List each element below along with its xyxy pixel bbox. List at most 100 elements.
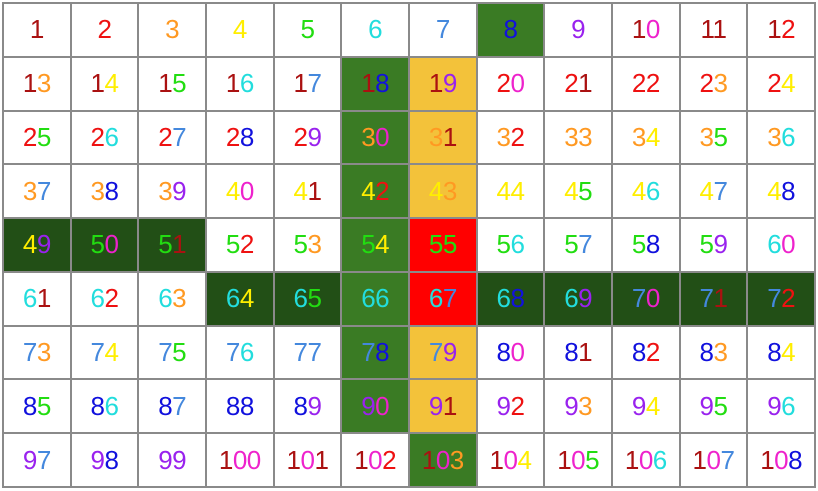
grid-cell-63[interactable]: 63 [139,272,207,327]
grid-cell-52[interactable]: 52 [206,219,275,273]
grid-cell-86[interactable]: 86 [71,380,140,435]
grid-cell-62[interactable]: 62 [71,272,140,327]
grid-cell-4[interactable]: 4 [206,4,275,58]
grid-cell-102[interactable]: 102 [342,434,410,488]
grid-cell-44[interactable]: 44 [477,165,546,220]
grid-cell-89[interactable]: 89 [274,380,343,435]
grid-cell-24[interactable]: 24 [748,57,816,112]
grid-cell-99[interactable]: 99 [139,434,207,488]
grid-cell-49[interactable]: 49 [4,219,72,273]
grid-cell-79[interactable]: 79 [409,326,478,381]
grid-cell-91[interactable]: 91 [409,380,478,435]
grid-cell-27[interactable]: 27 [139,111,207,166]
grid-cell-108[interactable]: 108 [748,434,816,488]
grid-cell-21[interactable]: 21 [545,57,613,112]
grid-cell-23[interactable]: 23 [680,57,749,112]
grid-cell-72[interactable]: 72 [748,272,816,327]
grid-cell-33[interactable]: 33 [545,111,613,166]
grid-cell-69[interactable]: 69 [545,272,613,327]
grid-cell-19[interactable]: 19 [409,57,478,112]
grid-cell-95[interactable]: 95 [680,380,749,435]
grid-cell-92[interactable]: 92 [477,380,546,435]
grid-cell-82[interactable]: 82 [612,326,681,381]
grid-cell-28[interactable]: 28 [206,111,275,166]
grid-cell-16[interactable]: 16 [206,57,275,112]
grid-cell-50[interactable]: 50 [71,219,140,273]
grid-cell-5[interactable]: 5 [274,4,343,58]
grid-cell-88[interactable]: 88 [206,380,275,435]
grid-cell-35[interactable]: 35 [680,111,749,166]
grid-cell-98[interactable]: 98 [71,434,140,488]
grid-cell-9[interactable]: 9 [545,4,613,58]
grid-cell-66[interactable]: 66 [342,272,410,327]
grid-cell-90[interactable]: 90 [342,380,410,435]
grid-cell-59[interactable]: 59 [680,219,749,273]
grid-cell-80[interactable]: 80 [477,326,546,381]
grid-cell-105[interactable]: 105 [545,434,613,488]
grid-cell-22[interactable]: 22 [612,57,681,112]
grid-cell-1[interactable]: 1 [4,4,72,58]
grid-cell-11[interactable]: 11 [680,4,749,58]
grid-cell-107[interactable]: 107 [680,434,749,488]
grid-cell-47[interactable]: 47 [680,165,749,220]
grid-cell-76[interactable]: 76 [206,326,275,381]
grid-cell-56[interactable]: 56 [477,219,546,273]
grid-cell-101[interactable]: 101 [274,434,343,488]
grid-cell-39[interactable]: 39 [139,165,207,220]
grid-cell-94[interactable]: 94 [612,380,681,435]
grid-cell-84[interactable]: 84 [748,326,816,381]
grid-cell-103[interactable]: 103 [409,434,478,488]
grid-cell-41[interactable]: 41 [274,165,343,220]
grid-cell-13[interactable]: 13 [4,57,72,112]
grid-cell-14[interactable]: 14 [71,57,140,112]
grid-cell-96[interactable]: 96 [748,380,816,435]
grid-cell-38[interactable]: 38 [71,165,140,220]
grid-cell-106[interactable]: 106 [612,434,681,488]
grid-cell-78[interactable]: 78 [342,326,410,381]
grid-cell-8[interactable]: 8 [477,4,546,58]
grid-cell-37[interactable]: 37 [4,165,72,220]
grid-cell-68[interactable]: 68 [477,272,546,327]
grid-cell-29[interactable]: 29 [274,111,343,166]
grid-cell-30[interactable]: 30 [342,111,410,166]
grid-cell-20[interactable]: 20 [477,57,546,112]
grid-cell-45[interactable]: 45 [545,165,613,220]
grid-cell-64[interactable]: 64 [206,272,275,327]
grid-cell-46[interactable]: 46 [612,165,681,220]
grid-cell-61[interactable]: 61 [4,272,72,327]
grid-cell-3[interactable]: 3 [139,4,207,58]
grid-cell-81[interactable]: 81 [545,326,613,381]
grid-cell-75[interactable]: 75 [139,326,207,381]
grid-cell-36[interactable]: 36 [748,111,816,166]
grid-cell-51[interactable]: 51 [139,219,207,273]
grid-cell-67[interactable]: 67 [409,272,478,327]
grid-cell-93[interactable]: 93 [545,380,613,435]
grid-cell-104[interactable]: 104 [477,434,546,488]
grid-cell-83[interactable]: 83 [680,326,749,381]
grid-cell-42[interactable]: 42 [342,165,410,220]
grid-cell-71[interactable]: 71 [680,272,749,327]
grid-cell-18[interactable]: 18 [342,57,410,112]
grid-cell-48[interactable]: 48 [748,165,816,220]
grid-cell-10[interactable]: 10 [612,4,681,58]
grid-cell-100[interactable]: 100 [206,434,275,488]
grid-cell-55[interactable]: 55 [409,219,478,273]
grid-cell-17[interactable]: 17 [274,57,343,112]
grid-cell-58[interactable]: 58 [612,219,681,273]
grid-cell-70[interactable]: 70 [612,272,681,327]
grid-cell-57[interactable]: 57 [545,219,613,273]
grid-cell-74[interactable]: 74 [71,326,140,381]
grid-cell-12[interactable]: 12 [748,4,816,58]
grid-cell-34[interactable]: 34 [612,111,681,166]
grid-cell-15[interactable]: 15 [139,57,207,112]
grid-cell-31[interactable]: 31 [409,111,478,166]
grid-cell-97[interactable]: 97 [4,434,72,488]
grid-cell-43[interactable]: 43 [409,165,478,220]
grid-cell-2[interactable]: 2 [71,4,140,58]
grid-cell-77[interactable]: 77 [274,326,343,381]
grid-cell-85[interactable]: 85 [4,380,72,435]
grid-cell-6[interactable]: 6 [342,4,410,58]
grid-cell-60[interactable]: 60 [748,219,816,273]
grid-cell-40[interactable]: 40 [206,165,275,220]
grid-cell-54[interactable]: 54 [342,219,410,273]
